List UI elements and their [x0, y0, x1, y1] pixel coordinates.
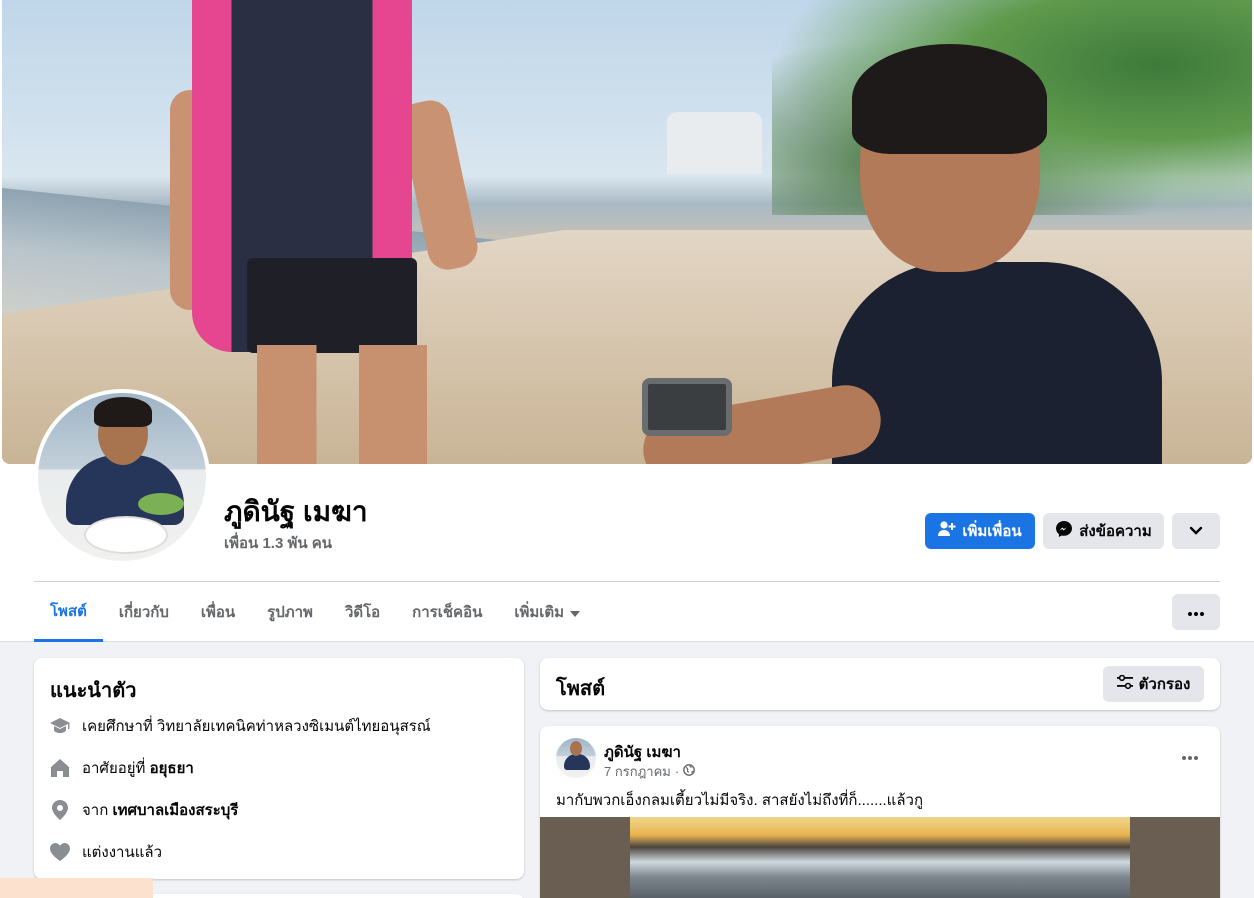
bottom-left-banner: [0, 878, 153, 898]
add-friend-button[interactable]: เพิ่มเพื่อน: [925, 513, 1035, 549]
post-photo-content: [630, 817, 1130, 898]
filter-button[interactable]: ตัวกรอง: [1103, 666, 1204, 702]
filter-sliders-icon: [1116, 674, 1133, 693]
intro-relationship: แต่งงานแล้ว: [50, 840, 162, 864]
profile-avatar[interactable]: [34, 389, 210, 565]
cover-person-shorts: [247, 258, 417, 353]
chevron-down-icon: [1189, 523, 1203, 540]
tab-about[interactable]: เกี่ยวกับ: [103, 582, 185, 642]
intro-card: แนะนำตัว เคยศึกษาที่ วิทยาลัยเทคนิคท่าหล…: [34, 658, 524, 879]
tab-label: วิดีโอ: [344, 604, 381, 621]
add-friend-label: เพิ่มเพื่อน: [962, 523, 1022, 540]
ellipsis-icon: [1188, 603, 1204, 621]
filter-label: ตัวกรอง: [1138, 676, 1191, 693]
post-options-button[interactable]: [1176, 744, 1204, 768]
intro-value[interactable]: อยุธยา: [150, 760, 194, 777]
message-button[interactable]: ส่งข้อความ: [1043, 513, 1164, 549]
globe-icon[interactable]: [683, 764, 696, 779]
tab-photos[interactable]: รูปภาพ: [251, 582, 329, 642]
tab-label: เกี่ยวกับ: [118, 604, 169, 621]
cover-man-body: [832, 262, 1162, 464]
post-date[interactable]: 7 กรกฎาคม: [604, 761, 671, 782]
graduation-cap-icon: [50, 716, 70, 736]
avatar-food: [138, 493, 184, 515]
tab-videos[interactable]: วิดีโอ: [329, 582, 396, 642]
post-text: มากับพวกเอ็งกลมเตี้ยวไม่มีจริง. สาสยังไม…: [556, 792, 924, 809]
avatar-hair: [94, 397, 152, 427]
intro-prefix: เคยศึกษาที่: [82, 718, 157, 735]
home-icon: [50, 758, 70, 778]
post-author-avatar[interactable]: [556, 738, 596, 778]
intro-value[interactable]: เทศบาลเมืองสระบุรี: [112, 802, 238, 819]
intro-prefix: อาศัยอยู่ที่: [82, 760, 150, 777]
friends-count[interactable]: เพื่อน 1.3 พัน คน: [224, 531, 332, 555]
avatar-face: [570, 741, 582, 756]
add-friend-icon: [938, 521, 956, 541]
intro-relationship-label: แต่งงานแล้ว: [82, 844, 163, 861]
profile-tabs: โพสต์ เกี่ยวกับ เพื่อน รูปภาพ วิดีโอ การ…: [34, 582, 596, 642]
heart-icon: [50, 842, 70, 862]
messenger-icon: [1055, 520, 1073, 542]
cover-action-camera: [642, 378, 732, 436]
tab-posts[interactable]: โพสต์: [34, 582, 103, 642]
avatar-shirt: [564, 754, 590, 770]
cover-hotel: [667, 112, 762, 174]
tab-label: เพื่อน: [200, 604, 236, 621]
intro-current-city: อาศัยอยู่ที่ อยุธยา: [50, 756, 194, 780]
tab-friends[interactable]: เพื่อน: [185, 582, 251, 642]
intro-value[interactable]: วิทยาลัยเทคนิคท่าหลวงซิเมนต์ไทยอนุสรณ์: [157, 718, 431, 735]
intro-prefix: จาก: [82, 802, 113, 819]
cover-person-legs: [257, 345, 427, 464]
tab-checkins[interactable]: การเช็คอิน: [396, 582, 498, 642]
posts-title: โพสต์: [556, 678, 606, 700]
tabs-more-options-button[interactable]: [1172, 594, 1220, 630]
intro-education: เคยศึกษาที่ วิทยาลัยเทคนิคท่าหลวงซิเมนต์…: [50, 714, 431, 738]
avatar-plate: [86, 518, 166, 552]
intro-title: แนะนำตัว: [50, 680, 137, 702]
intro-hometown: จาก เทศบาลเมืองสระบุรี: [50, 798, 238, 822]
location-pin-icon: [50, 800, 70, 820]
caret-down-icon: [570, 604, 581, 621]
tab-label: รูปภาพ: [267, 604, 313, 621]
tab-label: เพิ่มเติม: [514, 604, 565, 621]
tab-more[interactable]: เพิ่มเติม: [498, 582, 596, 642]
post-card: ภูดินัฐ เมฆา 7 กรกฎาคม · มากับพวกเอ็งกลม…: [540, 726, 1220, 898]
meta-separator: ·: [674, 764, 680, 779]
tab-label: โพสต์: [50, 602, 87, 620]
post-photo[interactable]: [540, 817, 1220, 898]
profile-more-button[interactable]: [1172, 513, 1220, 549]
tab-label: การเช็คอิน: [412, 604, 483, 621]
ellipsis-icon: [1182, 747, 1198, 765]
post-meta: 7 กรกฎาคม ·: [604, 761, 696, 782]
profile-name: ภูดินัฐ เมฆา: [224, 496, 368, 527]
cover-photo[interactable]: [2, 0, 1252, 464]
cover-man-hair: [852, 44, 1047, 154]
posts-header-card: โพสต์ ตัวกรอง: [540, 658, 1220, 710]
message-label: ส่งข้อความ: [1079, 523, 1152, 540]
